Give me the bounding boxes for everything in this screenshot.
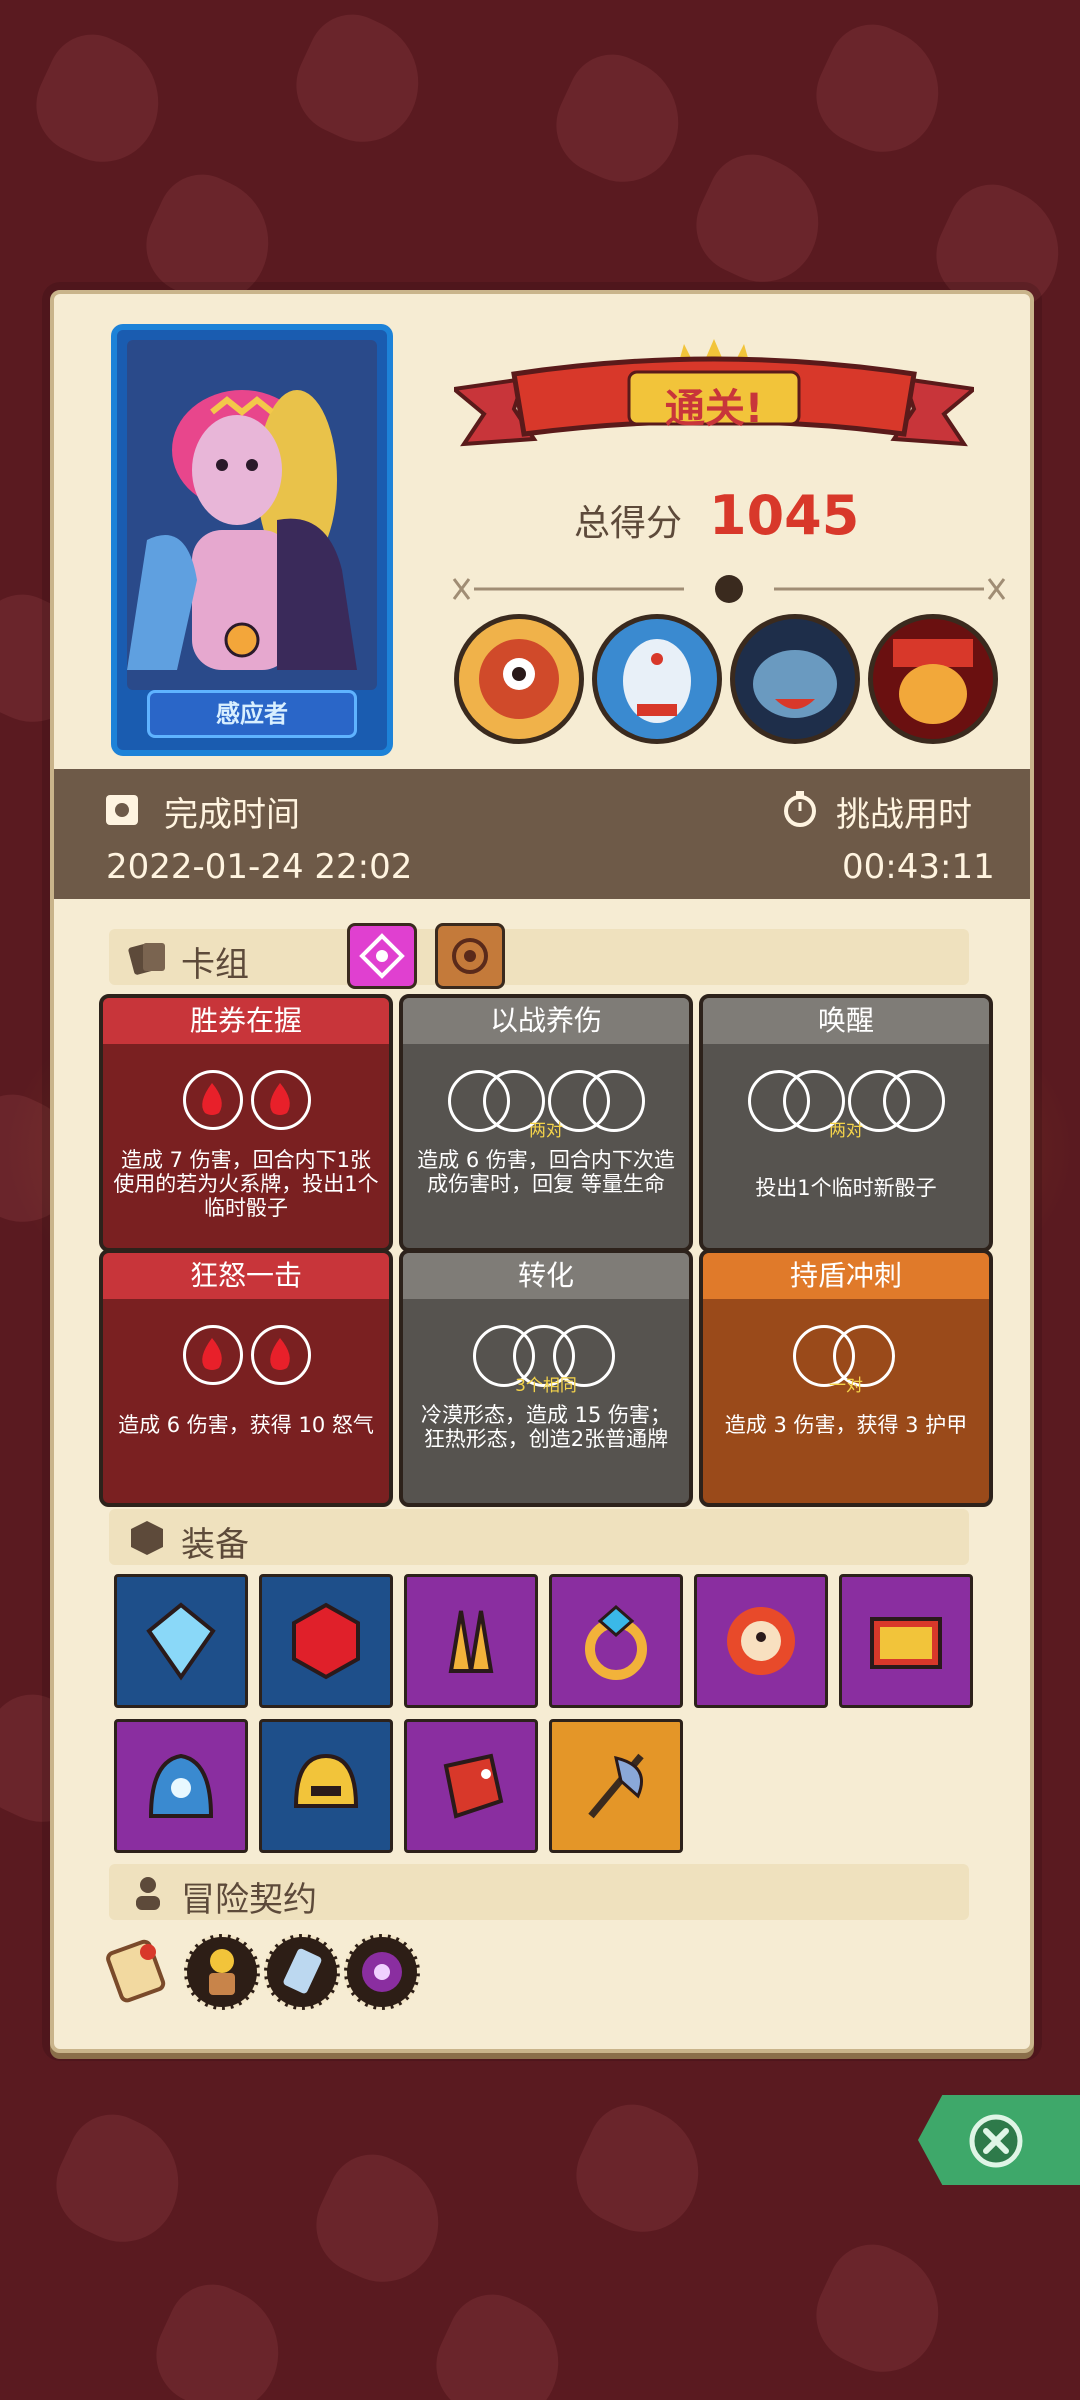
card-requirement: 3个相同 <box>515 1376 577 1396</box>
purple-eye-icon[interactable] <box>344 1934 420 2010</box>
card-5[interactable]: 持盾冲刺 一对 造成 3 伤害，获得 3 护甲 <box>699 1249 993 1507</box>
card-desc: 投出1个临时新骰子 <box>755 1176 937 1200</box>
card-desc: 造成 7 伤害，回合内下1张使用的若为火系牌，投出1个临时骰子 <box>113 1148 379 1220</box>
close-icon <box>969 2114 1023 2168</box>
dragon-bracer-icon[interactable] <box>404 1719 538 1853</box>
cards-icon <box>128 943 165 975</box>
sapphire-ring-icon[interactable] <box>549 1574 683 1708</box>
challenge-time-value: 00:43:11 <box>842 847 995 887</box>
card-2[interactable]: 唤醒 两对 投出1个临时新骰子 <box>699 994 993 1252</box>
card-title: 唤醒 <box>703 998 989 1044</box>
card-desc: 造成 6 伤害，获得 10 怒气 <box>118 1413 374 1437</box>
scroll-icon[interactable] <box>104 1932 174 2012</box>
score-label: 总得分 <box>574 503 683 544</box>
hero-card[interactable]: 感应者 <box>111 324 393 756</box>
boss-shark-icon[interactable] <box>730 614 860 744</box>
hero-name: 感应者 <box>147 690 357 738</box>
hero-portrait <box>127 340 377 690</box>
contract-header: 冒险契约 <box>109 1864 969 1920</box>
box-icon <box>131 1521 163 1555</box>
card-desc: 造成 3 伤害，获得 3 护甲 <box>724 1413 968 1437</box>
spell-book-icon[interactable] <box>839 1574 973 1708</box>
equipment-header: 装备 <box>109 1509 969 1565</box>
contract-title: 冒险契约 <box>181 1880 317 1920</box>
close-button[interactable] <box>918 2095 1080 2185</box>
defeated-bosses <box>454 614 998 744</box>
flower-pot-icon[interactable] <box>184 1934 260 2010</box>
card-requirement: 两对 <box>829 1121 863 1141</box>
clear-title: 通关! <box>664 386 764 432</box>
ruby-gem-icon[interactable] <box>259 1574 393 1708</box>
diamond-rune-icon <box>359 933 405 979</box>
boss-divider <box>444 574 1014 604</box>
card-desc: 造成 6 伤害，回合内下次造成伤害时，回复 等量生命 <box>417 1148 675 1196</box>
fire-die-icon <box>251 1070 311 1130</box>
boss-cyclops-icon[interactable] <box>454 614 584 744</box>
spiral-rune-icon <box>452 938 488 974</box>
person-icon <box>136 1877 160 1910</box>
card-requirement: 一对 <box>829 1376 863 1396</box>
deck-filter-bronze[interactable] <box>435 923 505 989</box>
deck-filter-purple[interactable] <box>347 923 417 989</box>
stopwatch-icon <box>784 791 816 827</box>
challenge-time-label: 挑战用时 <box>836 795 972 835</box>
card-dice <box>103 1325 389 1385</box>
complete-time-value: 2022-01-24 22:02 <box>106 847 413 887</box>
calendar-icon <box>106 795 138 825</box>
card-title: 以战养伤 <box>403 998 689 1044</box>
tag-icon[interactable] <box>264 1934 340 2010</box>
boss-jester-icon[interactable] <box>868 614 998 744</box>
card-title: 胜券在握 <box>103 998 389 1044</box>
card-1[interactable]: 以战养伤 两对 造成 6 伤害，回合内下次造成伤害时，回复 等量生命 <box>399 994 693 1252</box>
demon-helm-icon[interactable] <box>114 1719 248 1853</box>
score-value: 1045 <box>709 484 860 547</box>
fire-die-icon <box>251 1325 311 1385</box>
golden-helmet-icon[interactable] <box>259 1719 393 1853</box>
claw-gauntlet-icon[interactable] <box>404 1574 538 1708</box>
deck-title: 卡组 <box>181 945 249 985</box>
card-dice <box>103 1070 389 1130</box>
fire-die-icon <box>183 1070 243 1130</box>
clear-banner: 通关! <box>449 334 979 464</box>
card-4[interactable]: 转化 3个相同 冷漠形态，造成 15 伤害；狂热形态，创造2张普通牌 <box>399 1249 693 1507</box>
card-requirement: 两对 <box>529 1121 563 1141</box>
card-title: 持盾冲刺 <box>703 1253 989 1299</box>
diamond-gem-icon[interactable] <box>114 1574 248 1708</box>
complete-time-label: 完成时间 <box>164 795 300 835</box>
card-0[interactable]: 胜券在握 造成 7 伤害，回合内下1张使用的若为火系牌，投出1个临时骰子 <box>99 994 393 1252</box>
card-3[interactable]: 狂怒一击 造成 6 伤害，获得 10 怒气 <box>99 1249 393 1507</box>
card-title: 转化 <box>403 1253 689 1299</box>
result-panel: 感应者 通关! 总得分 1045 完成时间 2022-01-24 22:02 挑… <box>50 290 1034 2053</box>
fire-die-icon <box>183 1325 243 1385</box>
card-title: 狂怒一击 <box>103 1253 389 1299</box>
boss-masked-icon[interactable] <box>592 614 722 744</box>
deck-header: 卡组 <box>109 923 969 989</box>
time-bar: 完成时间 2022-01-24 22:02 挑战用时 00:43:11 <box>54 769 1030 899</box>
sun-mask-icon[interactable] <box>694 1574 828 1708</box>
card-desc: 冷漠形态，造成 15 伤害；狂热形态，创造2张普通牌 <box>420 1403 672 1451</box>
battle-axe-icon[interactable] <box>549 1719 683 1853</box>
equipment-title: 装备 <box>181 1525 249 1565</box>
